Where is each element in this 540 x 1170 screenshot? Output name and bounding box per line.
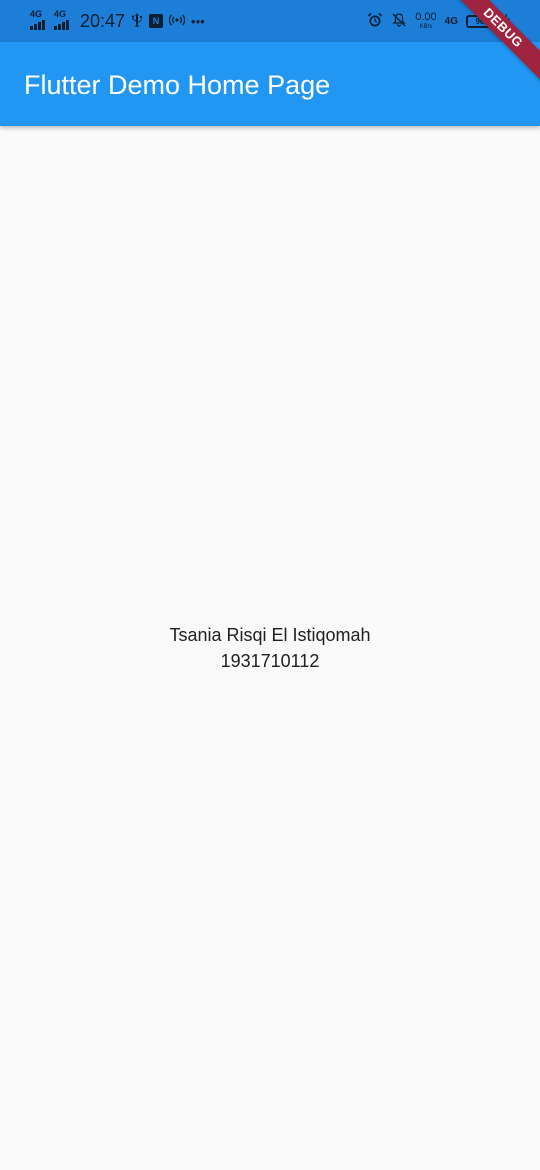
- status-time: 20:47: [80, 10, 126, 31]
- network-type-right: 4G: [444, 15, 458, 27]
- network-type-2: 4G: [54, 9, 67, 19]
- mute-icon: [391, 12, 407, 30]
- hotspot-icon: [168, 14, 186, 28]
- student-id: 1931710112: [220, 651, 320, 671]
- network-speed-value: 0.00: [415, 11, 437, 23]
- status-left: 4G 4G 20:47 N •••: [30, 8, 205, 34]
- alarm-icon: [367, 12, 383, 30]
- network-speed-unit: KB/s: [419, 24, 433, 30]
- more-icon: •••: [191, 13, 205, 29]
- main-content: Tsania Risqi El Istiqomah 1931710112: [0, 126, 540, 1170]
- usb-icon: [131, 13, 143, 29]
- nfc-icon: N: [149, 14, 164, 28]
- app-bar: Flutter Demo Home Page: [0, 42, 540, 126]
- student-name: Tsania Risqi El Istiqomah: [169, 625, 371, 645]
- page-title: Flutter Demo Home Page: [24, 70, 331, 100]
- network-type-1: 4G: [30, 9, 43, 19]
- status-bar: 4G 4G 20:47 N ••• 0.00 KB/s 4G 96: [0, 0, 540, 42]
- signal-icon-2: 4G: [54, 10, 72, 32]
- network-speed: 0.00 KB/s: [415, 11, 437, 31]
- center-text-block: Tsania Risqi El Istiqomah 1931710112: [0, 622, 540, 674]
- signal-icon-1: 4G: [30, 10, 48, 32]
